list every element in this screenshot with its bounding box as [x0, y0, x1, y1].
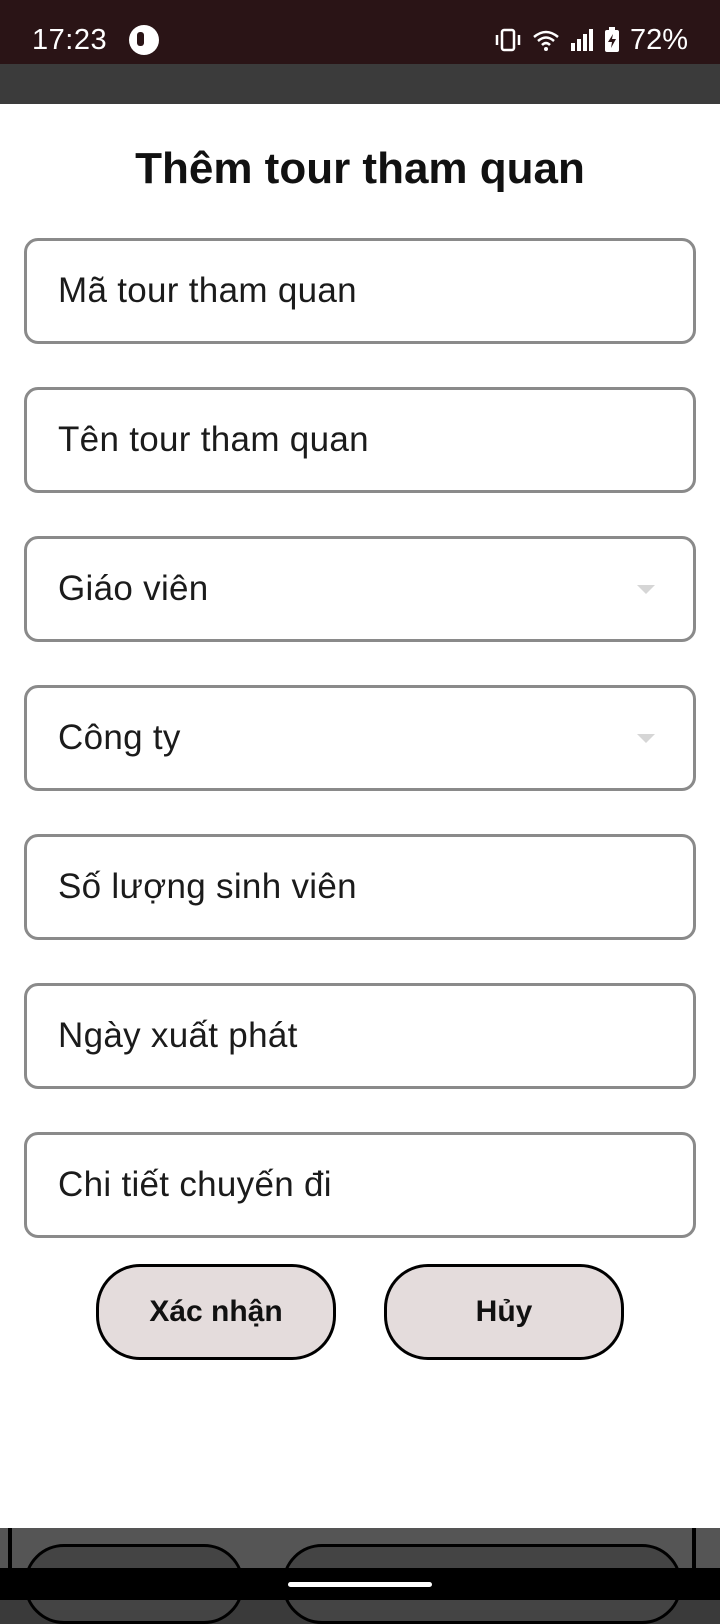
departure-date-input[interactable]: Ngày xuất phát — [24, 983, 696, 1089]
teacher-placeholder: Giáo viên — [58, 569, 209, 608]
battery-percentage: 72% — [629, 23, 688, 56]
trip-details-input[interactable]: Chi tiết chuyến đi — [24, 1132, 696, 1238]
dialog-title: Thêm tour tham quan — [135, 144, 585, 193]
app-notification-icon — [129, 25, 160, 55]
wifi-icon — [533, 30, 559, 51]
student-count-input[interactable]: Số lượng sinh viên — [24, 834, 696, 940]
navigation-bar — [0, 1568, 720, 1600]
company-placeholder: Công ty — [58, 718, 181, 757]
tour-code-input[interactable]: Mã tour tham quan — [24, 238, 696, 344]
divider — [8, 1528, 12, 1568]
tour-code-placeholder: Mã tour tham quan — [58, 271, 357, 310]
tour-name-input[interactable]: Tên tour tham quan — [24, 387, 696, 493]
chevron-down-icon — [637, 585, 655, 594]
student-count-placeholder: Số lượng sinh viên — [58, 867, 357, 906]
divider — [692, 1528, 696, 1568]
confirm-button[interactable]: Xác nhận — [96, 1264, 336, 1360]
battery-charging-icon — [604, 27, 619, 52]
vibrate-icon — [495, 28, 521, 52]
company-dropdown[interactable]: Công ty — [24, 685, 696, 791]
home-gesture-handle[interactable] — [288, 1582, 432, 1587]
signal-icon — [570, 29, 593, 51]
status-time: 17:23 — [32, 23, 108, 56]
tour-name-placeholder: Tên tour tham quan — [58, 420, 369, 459]
chevron-down-icon — [637, 734, 655, 743]
trip-details-placeholder: Chi tiết chuyến đi — [58, 1165, 332, 1204]
teacher-dropdown[interactable]: Giáo viên — [24, 536, 696, 642]
cancel-button[interactable]: Hủy — [384, 1264, 624, 1360]
status-icons: 72% — [494, 24, 688, 57]
departure-date-placeholder: Ngày xuất phát — [58, 1016, 298, 1055]
